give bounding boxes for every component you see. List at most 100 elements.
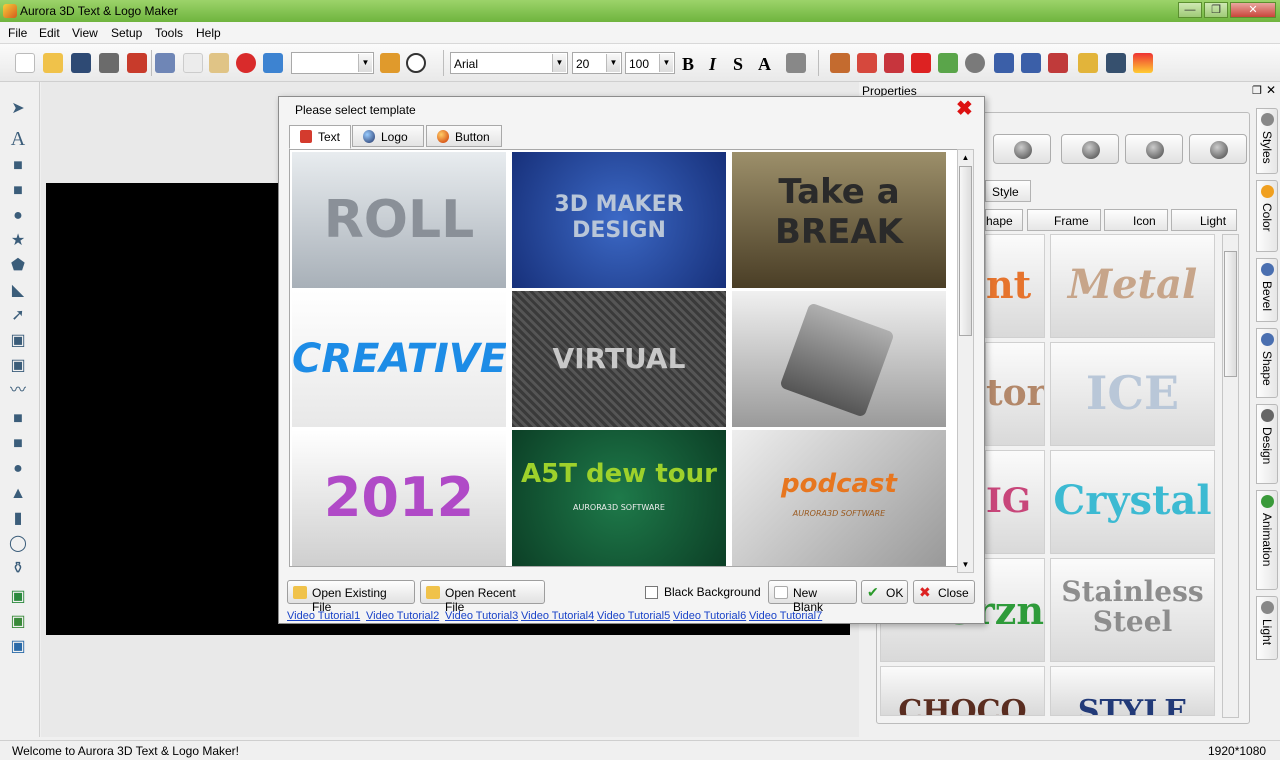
- template-tile[interactable]: Take a BREAK: [732, 152, 946, 288]
- open-existing-file-button[interactable]: Open Existing File: [287, 580, 415, 614]
- save-as-icon[interactable]: [99, 53, 119, 73]
- close-window-button[interactable]: ✕: [1230, 2, 1276, 18]
- import-svg-icon[interactable]: ▣: [9, 638, 27, 656]
- export-icon[interactable]: [127, 53, 147, 73]
- template-tile[interactable]: 3D MAKER DESIGN: [512, 152, 726, 288]
- gallery-scrollbar[interactable]: ▲ ▼: [957, 149, 974, 573]
- style-tile[interactable]: ICE: [1050, 342, 1215, 446]
- zoom-select[interactable]: 100 ▼: [625, 52, 675, 74]
- cut-icon[interactable]: [155, 53, 175, 73]
- style-tile[interactable]: CHOCO: [880, 666, 1045, 716]
- tab-text[interactable]: Text: [289, 125, 351, 149]
- style-tile[interactable]: Metal: [1050, 234, 1215, 338]
- rectangle-icon[interactable]: ■: [9, 157, 27, 175]
- side-tab-styles[interactable]: Styles: [1256, 108, 1278, 174]
- style-preset-button[interactable]: [993, 134, 1051, 164]
- scroll-down-icon[interactable]: ▼: [958, 557, 973, 572]
- template-tile[interactable]: [732, 291, 946, 427]
- video-tutorial-link[interactable]: Video Tutorial6: [673, 610, 746, 622]
- menu-tools[interactable]: Tools: [155, 26, 183, 40]
- style-tile[interactable]: IG: [985, 450, 1045, 554]
- cube-icon[interactable]: [911, 53, 931, 73]
- video-tutorial-link[interactable]: Video Tutorial2: [366, 610, 439, 622]
- italic-button[interactable]: I: [709, 54, 716, 75]
- menu-help[interactable]: Help: [196, 26, 221, 40]
- close-button[interactable]: ✖ Close: [913, 580, 975, 604]
- group-icon[interactable]: [938, 53, 958, 73]
- image-icon[interactable]: [1133, 53, 1153, 73]
- ok-button[interactable]: ✔ OK: [861, 580, 908, 604]
- menu-file[interactable]: File: [8, 26, 27, 40]
- line-icon[interactable]: 〰: [9, 382, 27, 400]
- shape-icon[interactable]: ◣: [9, 282, 27, 300]
- video-tutorial-link[interactable]: Video Tutorial5: [597, 610, 670, 622]
- style-tile[interactable]: STYLE: [1050, 666, 1215, 716]
- side-tab-shape[interactable]: Shape: [1256, 328, 1278, 398]
- style-select[interactable]: ▼: [291, 52, 374, 74]
- axis-icon[interactable]: [830, 53, 850, 73]
- render-icon[interactable]: [1106, 53, 1126, 73]
- style-tile[interactable]: Crystal: [1050, 450, 1215, 554]
- scrollbar-thumb[interactable]: [959, 166, 972, 336]
- new-blank-button[interactable]: New Blank: [768, 580, 857, 614]
- play-icon[interactable]: [406, 53, 426, 73]
- tab-style[interactable]: Style: [985, 180, 1031, 202]
- minimize-button[interactable]: —: [1178, 2, 1202, 18]
- tab-shape[interactable]: hape: [985, 209, 1023, 231]
- layer-icon[interactable]: [1078, 53, 1098, 73]
- vase-icon[interactable]: ⚱: [9, 560, 27, 578]
- scroll-up-icon[interactable]: ▲: [958, 150, 973, 165]
- tab-frame[interactable]: Frame: [1027, 209, 1101, 231]
- pencil-icon[interactable]: [380, 53, 400, 73]
- style-tile[interactable]: Stainless Steel: [1050, 558, 1215, 662]
- menu-setup[interactable]: Setup: [111, 26, 142, 40]
- template-tile[interactable]: ROLL: [292, 152, 506, 288]
- style-scrollbar[interactable]: [1222, 234, 1239, 718]
- cube-shape-icon[interactable]: ■: [9, 410, 27, 428]
- outline-button[interactable]: A: [758, 54, 771, 75]
- side-tab-light[interactable]: Light: [1256, 596, 1278, 660]
- template-tile[interactable]: A5T dew tour AURORA3D SOFTWARE: [512, 430, 726, 566]
- rotate-icon[interactable]: [857, 53, 877, 73]
- refresh-icon[interactable]: [965, 53, 985, 73]
- font-size-select[interactable]: 20 ▼: [572, 52, 622, 74]
- video-tutorial-link[interactable]: Video Tutorial7: [749, 610, 822, 622]
- style-preset-button[interactable]: [1061, 134, 1119, 164]
- text-box-icon[interactable]: ▣: [9, 332, 27, 350]
- rounded-rectangle-icon[interactable]: ■: [9, 182, 27, 200]
- side-tab-color[interactable]: Color: [1256, 180, 1278, 252]
- template-tile[interactable]: podcast AURORA3D SOFTWARE: [732, 430, 946, 566]
- video-tutorial-link[interactable]: Video Tutorial1: [287, 610, 360, 622]
- tab-button[interactable]: Button: [426, 125, 502, 147]
- sphere-icon[interactable]: ●: [9, 460, 27, 478]
- close-panel-icon[interactable]: ✕: [1266, 83, 1276, 97]
- tab-logo[interactable]: Logo: [352, 125, 424, 147]
- cone-icon[interactable]: ▲: [9, 485, 27, 503]
- brush-icon[interactable]: [263, 53, 283, 73]
- select-arrow-icon[interactable]: ➤: [9, 100, 27, 118]
- menu-edit[interactable]: Edit: [39, 26, 60, 40]
- save-icon[interactable]: [71, 53, 91, 73]
- more-icon[interactable]: [786, 53, 806, 73]
- star-icon[interactable]: ★: [9, 232, 27, 250]
- new-file-icon[interactable]: [15, 53, 35, 73]
- ring-icon[interactable]: ◯: [9, 535, 27, 553]
- transform-icon[interactable]: [884, 53, 904, 73]
- open-recent-file-button[interactable]: Open Recent File: [420, 580, 545, 614]
- video-tutorial-link[interactable]: Video Tutorial3: [445, 610, 518, 622]
- style-preset-button[interactable]: [1189, 134, 1247, 164]
- open-folder-icon[interactable]: [43, 53, 63, 73]
- template-tile[interactable]: VIRTUAL NESS: [512, 291, 726, 427]
- import-image-icon[interactable]: ▣: [9, 613, 27, 631]
- copy-icon[interactable]: [183, 53, 203, 73]
- style-tile[interactable]: tor: [985, 342, 1045, 446]
- video-tutorial-link[interactable]: Video Tutorial4: [521, 610, 594, 622]
- menu-view[interactable]: View: [72, 26, 98, 40]
- pentagon-icon[interactable]: ⬟: [9, 257, 27, 275]
- text-height-icon[interactable]: [1048, 53, 1068, 73]
- text-tool-icon[interactable]: A: [9, 129, 27, 149]
- font-select[interactable]: Arial ▼: [450, 52, 568, 74]
- side-tab-animation[interactable]: Animation: [1256, 490, 1278, 590]
- maximize-button[interactable]: ❐: [1204, 2, 1228, 18]
- shadow-button[interactable]: S: [733, 54, 743, 75]
